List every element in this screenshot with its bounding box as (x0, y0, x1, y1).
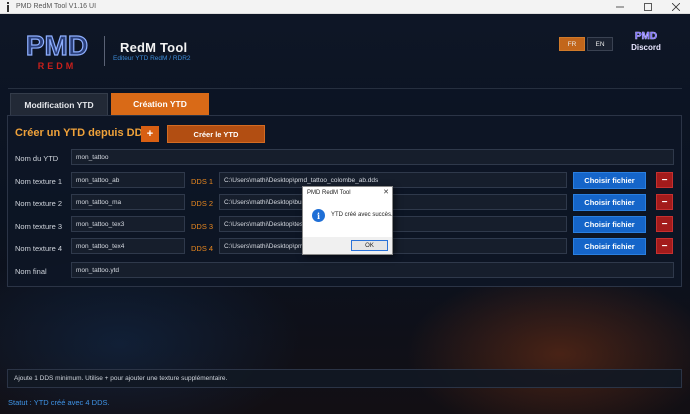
window-title: PMD RedM Tool V1.16 UI (16, 3, 97, 10)
app-name: RedM Tool (120, 40, 188, 55)
remove-texture-3-button[interactable]: − (656, 216, 673, 232)
ytd-name-label: Nom du YTD (15, 154, 59, 163)
window-controls (606, 0, 690, 14)
success-dialog: PMD RedM Tool ✕ i YTD créé avec succès. … (302, 186, 393, 255)
dds-4-label: DDS 4 (191, 244, 214, 253)
remove-texture-1-button[interactable]: − (656, 172, 673, 188)
dialog-title: PMD RedM Tool (307, 190, 351, 196)
texture-4-name-input[interactable]: mon_tattoo_tex4 (71, 238, 185, 254)
remove-texture-4-button[interactable]: − (656, 238, 673, 254)
dds-3-path-input[interactable]: C:\Users\mathi\Desktop\test (219, 216, 567, 232)
dialog-body: i YTD créé avec succès. (303, 199, 393, 237)
final-name-input[interactable]: mon_tattoo.ytd (71, 262, 674, 278)
maximize-icon[interactable] (634, 0, 662, 14)
choose-file-2-button[interactable]: Choisir fichier (573, 194, 646, 211)
texture-4-label: Nom texture 4 (15, 244, 63, 253)
logo-text-pmd: PMD (26, 30, 88, 61)
dds-2-label: DDS 2 (191, 199, 214, 208)
panel-title: Créer un YTD depuis DDS (15, 127, 150, 139)
language-fr-button[interactable]: FR (559, 37, 585, 51)
discord-label: Discord (631, 43, 661, 52)
header-divider (104, 36, 105, 66)
minimize-icon[interactable] (606, 0, 634, 14)
info-text: Ajoute 1 DDS minimum. Utilise + pour ajo… (14, 375, 228, 382)
dds-1-path-input[interactable]: C:\Users\mathi\Desktop\pmd_tattoo_colomb… (219, 172, 567, 188)
dialog-titlebar: PMD RedM Tool (303, 187, 392, 199)
window-titlebar: PMD RedM Tool V1.16 UI (0, 0, 690, 14)
app-subtitle: Editeur YTD RedM / RDR2 (113, 55, 191, 62)
info-bar: Ajoute 1 DDS minimum. Utilise + pour ajo… (7, 369, 682, 388)
texture-2-name-input[interactable]: mon_tattoo_ma (71, 194, 185, 210)
texture-1-label: Nom texture 1 (15, 177, 63, 186)
discord-logo-text: PMD (635, 31, 657, 42)
status-text: Statut : YTD créé avec 4 DDS. (8, 398, 110, 407)
dialog-ok-button[interactable]: OK (351, 240, 388, 251)
dialog-close-icon[interactable]: ✕ (383, 188, 389, 196)
texture-2-label: Nom texture 2 (15, 199, 63, 208)
discord-link[interactable]: PMD Discord (624, 28, 668, 54)
close-icon[interactable] (662, 0, 690, 14)
dds-4-path-input[interactable]: C:\Users\mathi\Desktop\pmd (219, 238, 567, 254)
tab-creation-ytd[interactable]: Création YTD (111, 93, 209, 115)
choose-file-4-button[interactable]: Choisir fichier (573, 238, 646, 255)
logo-text-redm: REDM (38, 61, 77, 71)
dds-2-path-input[interactable]: C:\Users\mathi\Desktop\bum (219, 194, 567, 210)
texture-1-name-input[interactable]: mon_tattoo_ab (71, 172, 185, 188)
tab-modification-ytd[interactable]: Modification YTD (10, 93, 108, 115)
language-en-button[interactable]: EN (587, 37, 613, 51)
texture-3-label: Nom texture 3 (15, 222, 63, 231)
info-icon: i (312, 209, 325, 222)
ytd-name-input[interactable]: mon_tattoo (71, 149, 674, 165)
dds-1-label: DDS 1 (191, 177, 214, 186)
final-name-label: Nom final (15, 267, 47, 276)
remove-texture-2-button[interactable]: − (656, 194, 673, 210)
choose-file-1-button[interactable]: Choisir fichier (573, 172, 646, 189)
texture-3-name-input[interactable]: mon_tattoo_tex3 (71, 216, 185, 232)
add-texture-button[interactable]: + (141, 126, 159, 142)
create-ytd-button[interactable]: Créer le YTD (167, 125, 265, 143)
choose-file-3-button[interactable]: Choisir fichier (573, 216, 646, 233)
dialog-message: YTD créé avec succès. (331, 212, 393, 218)
app-icon (3, 1, 13, 12)
header-separator (8, 88, 682, 89)
dds-3-label: DDS 3 (191, 222, 214, 231)
pmd-redm-logo: PMD REDM (18, 28, 96, 72)
